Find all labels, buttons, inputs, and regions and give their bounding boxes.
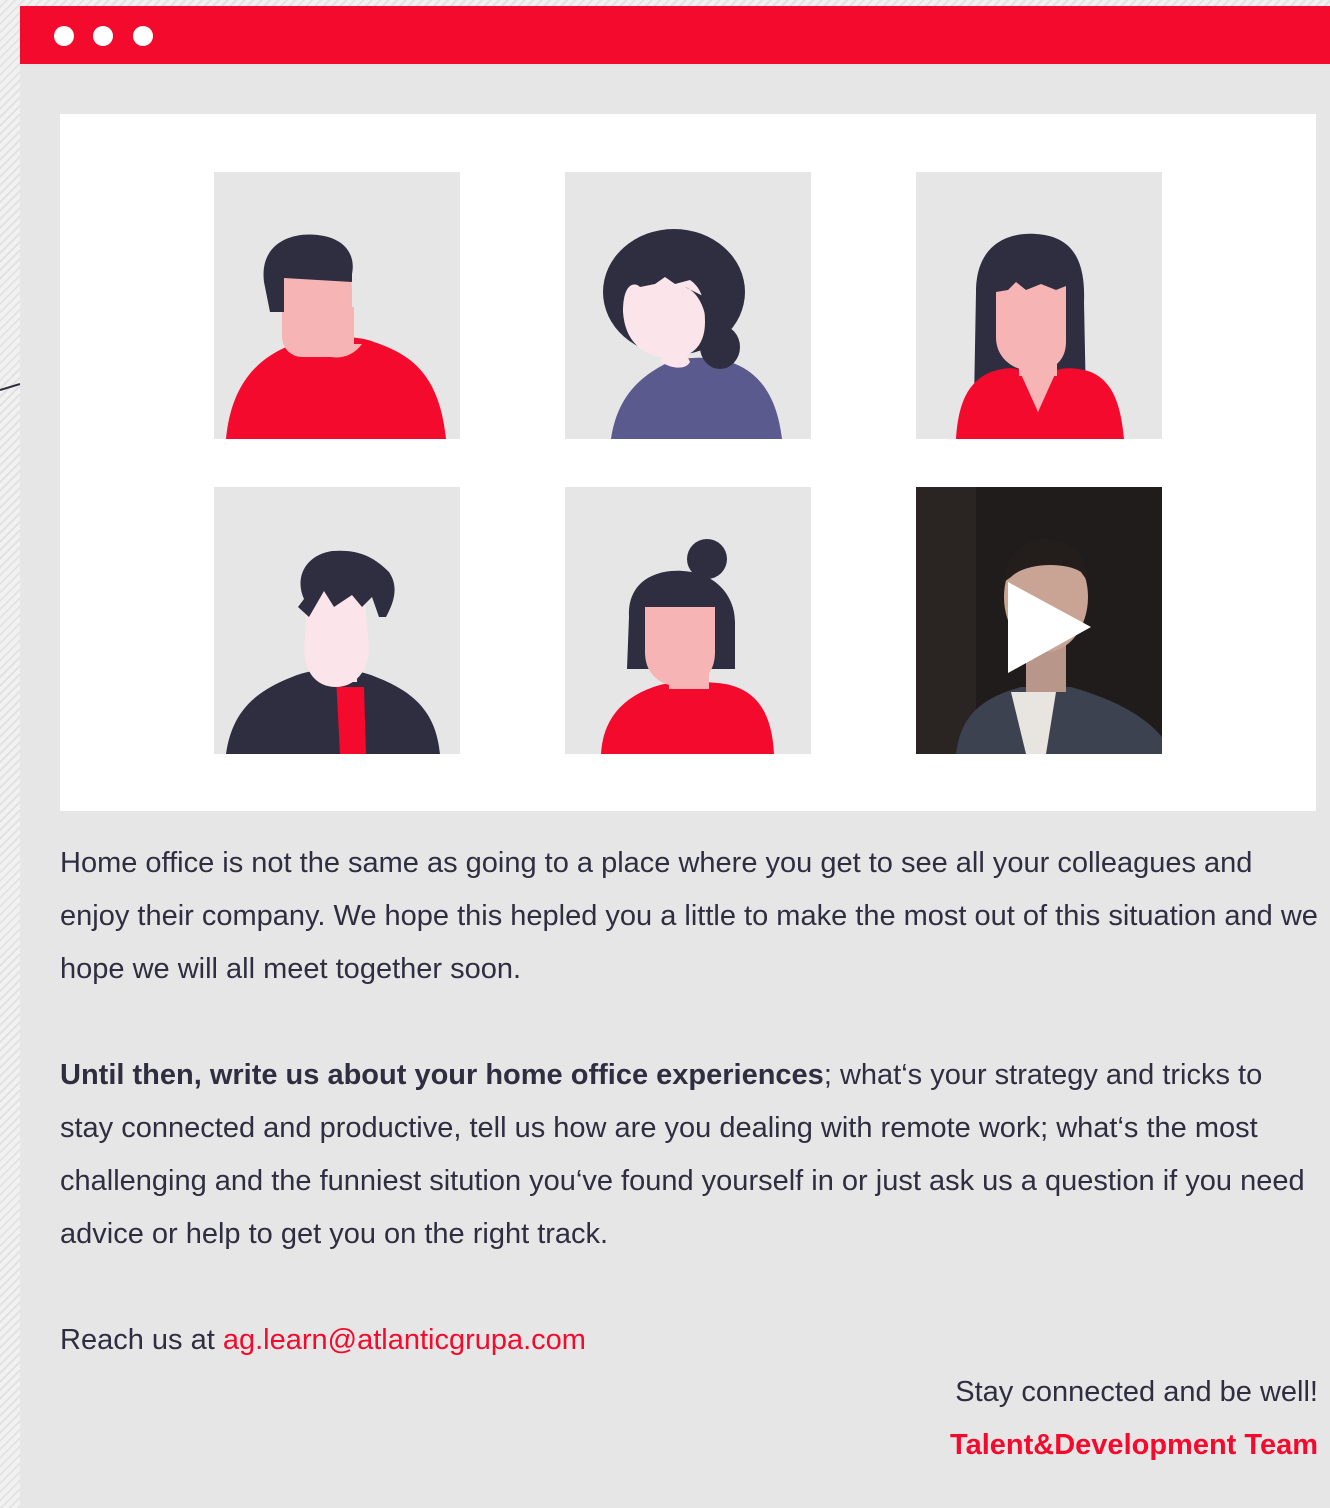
signature-team: Talent&Development Team bbox=[950, 1429, 1318, 1461]
participant-tile bbox=[916, 172, 1162, 439]
email-link[interactable]: ag.learn@atlanticgrupa.com bbox=[223, 1324, 586, 1356]
contact-line: Reach us at ag.learn@atlanticgrupa.com bbox=[60, 1314, 1322, 1367]
window-titlebar bbox=[20, 6, 1330, 64]
man-avatar-icon bbox=[226, 234, 446, 439]
message-paragraph: Home office is not the same as going to … bbox=[60, 847, 1318, 985]
window-dot-icon bbox=[54, 26, 74, 46]
browser-window: Home office is not the same as going to … bbox=[20, 6, 1330, 1508]
message-body: Home office is not the same as going to … bbox=[60, 837, 1322, 1367]
contact-prefix: Reach us at bbox=[60, 1324, 223, 1356]
window-dot-icon bbox=[93, 26, 113, 46]
message-bold-lead: Until then, write us about your home off… bbox=[60, 1059, 824, 1091]
participant-tile bbox=[565, 172, 811, 439]
participant-tile bbox=[565, 487, 811, 754]
video-thumbnail-play-icon bbox=[916, 487, 1162, 754]
signature: Stay connected and be well! Talent&Devel… bbox=[950, 1366, 1318, 1472]
window-dot-icon bbox=[133, 26, 153, 46]
woman-ponytail-avatar-icon bbox=[603, 229, 782, 439]
video-call-panel bbox=[60, 114, 1316, 811]
signature-closing: Stay connected and be well! bbox=[955, 1376, 1318, 1408]
woman-long-hair-avatar-icon bbox=[956, 233, 1124, 439]
video-thumbnail[interactable] bbox=[916, 487, 1162, 754]
woman-bun-avatar-icon bbox=[601, 539, 774, 754]
man-jacket-avatar-icon bbox=[226, 550, 440, 754]
participant-tile bbox=[214, 172, 460, 439]
message-paragraph: Until then, write us about your home off… bbox=[60, 1049, 1322, 1261]
participant-tile bbox=[214, 487, 460, 754]
